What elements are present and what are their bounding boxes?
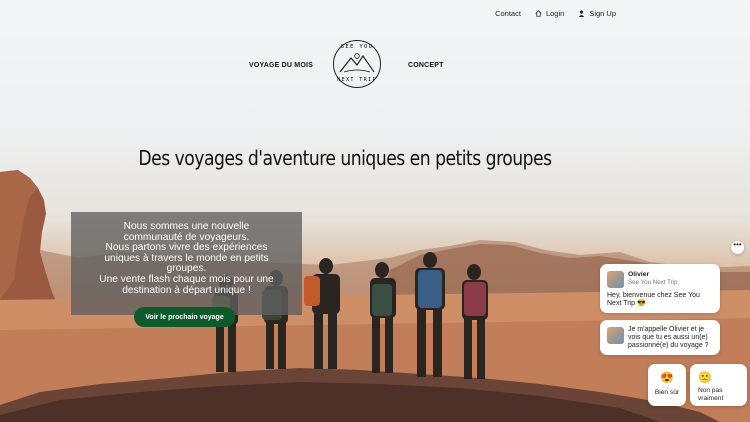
next-trip-button[interactable]: Voir le prochain voyage [134, 307, 235, 327]
chat-message-1: Hey, bienvenue chez See You Next Trip 😎 [607, 292, 700, 307]
intro-line: Nous sommes une nouvelle [123, 221, 250, 232]
home-icon [535, 10, 542, 17]
avatar [607, 271, 624, 288]
hero-headline: Des voyages d'aventure uniques en petits… [138, 146, 552, 170]
contact-link[interactable]: Contact [495, 9, 521, 18]
user-icon [579, 10, 585, 17]
heart-eyes-emoji-icon: 😍 [660, 372, 674, 384]
chat-message-2: Je m'appelle Olivier et je vois que tu e… [628, 326, 709, 349]
login-link[interactable]: Login [535, 9, 564, 18]
reply-yes-button[interactable]: 😍 Bien sûr [648, 364, 686, 406]
chat-more-button[interactable]: ••• [731, 241, 744, 254]
intro-line: destination à départ unique ! [122, 284, 251, 296]
chat-bubble-welcome: Olivier See You Next Trip Hey, bienvenue… [600, 264, 720, 313]
chat-bubble-question: Je m'appelle Olivier et je vois que tu e… [600, 320, 720, 355]
brand-logo[interactable]: SEE YOU NEXT TRIP [333, 40, 381, 88]
contact-label: Contact [495, 9, 521, 18]
intro-box: Nous sommes une nouvelle communauté de v… [71, 212, 302, 315]
signup-link[interactable]: Sign Up [578, 9, 616, 18]
avatar [607, 327, 624, 344]
chat-company: See You Next Trip [628, 279, 678, 286]
top-bar: Contact Login Sign Up [495, 9, 616, 18]
nav-voyage-du-mois[interactable]: VOYAGE DU MOIS [249, 62, 313, 69]
reply-yes-label: Bien sûr [654, 389, 680, 396]
intro-line: Une vente flash chaque mois pour une [99, 273, 274, 285]
logo-text-bottom: NEXT TRIP [337, 77, 377, 83]
sad-face-emoji-icon: 🙁 [698, 372, 712, 384]
reply-no-button[interactable]: 🙁 Non pas vraiment [690, 364, 747, 406]
reply-no-label: Non pas vraiment [698, 387, 724, 402]
chat-sender: Olivier [628, 271, 650, 278]
nav-concept[interactable]: CONCEPT [408, 62, 444, 69]
login-label: Login [545, 9, 565, 18]
signup-label: Sign Up [589, 9, 616, 18]
